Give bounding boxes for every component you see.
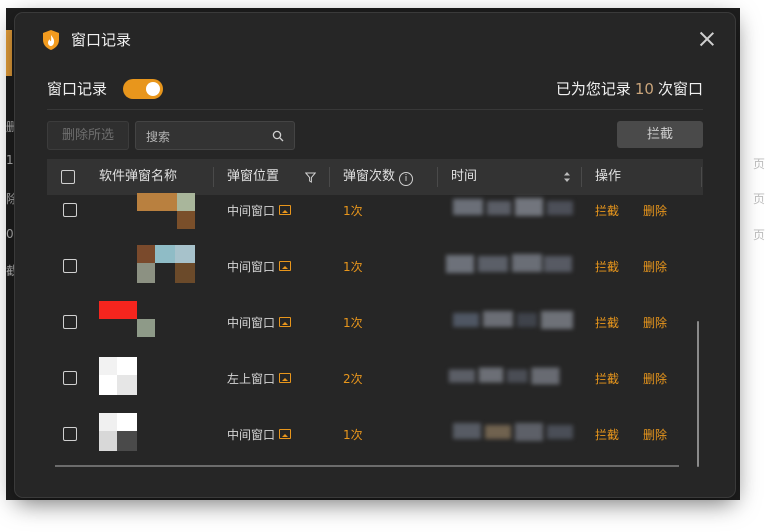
table-body: 中间窗口 1次 拦截 删除 中间窗口 1次 拦截 删除 中间窗口 1次 拦截 删… <box>47 193 703 469</box>
row-delete-link[interactable]: 删除 <box>643 202 667 219</box>
row-count: 1次 <box>343 204 363 218</box>
dialog-titlebar: 窗口记录 <box>15 13 735 65</box>
search-input[interactable] <box>144 122 266 151</box>
background-glyph: 1 <box>6 153 14 167</box>
app-thumbnail <box>137 193 195 229</box>
image-icon[interactable] <box>279 429 292 439</box>
row-checkbox[interactable] <box>63 203 77 217</box>
position-text: 中间窗口 <box>227 204 276 218</box>
table-row: 中间窗口 1次 拦截 删除 <box>47 405 703 461</box>
toolbar: 删除所选 拦截 <box>47 121 703 151</box>
row-count: 1次 <box>343 428 363 442</box>
dialog-title: 窗口记录 <box>71 31 132 49</box>
row-position: 中间窗口 <box>227 426 292 443</box>
close-icon[interactable] <box>697 29 717 49</box>
blurred-time <box>453 311 573 329</box>
table-row: 中间窗口 1次 拦截 删除 <box>47 237 703 293</box>
blurred-time <box>453 198 573 216</box>
background-glyph: 0 <box>6 227 14 241</box>
row-position: 中间窗口 <box>227 202 292 219</box>
row-position: 中间窗口 <box>227 314 292 331</box>
row-block-link[interactable]: 拦截 <box>595 202 619 219</box>
position-text: 中间窗口 <box>227 260 276 274</box>
row-position: 左上窗口 <box>227 370 292 387</box>
row-block-link[interactable]: 拦截 <box>595 314 619 331</box>
summary-count: 10 <box>634 80 654 98</box>
row-count: 2次 <box>343 372 363 386</box>
position-text: 中间窗口 <box>227 428 276 442</box>
background-glyph: 页 <box>752 157 765 171</box>
row-checkbox[interactable] <box>63 371 77 385</box>
row-checkbox[interactable] <box>63 315 77 329</box>
record-toggle-switch[interactable] <box>123 79 163 99</box>
image-icon[interactable] <box>279 205 292 215</box>
blurred-time <box>446 254 572 273</box>
image-icon[interactable] <box>279 373 292 383</box>
horizontal-scrollbar[interactable] <box>55 465 679 467</box>
block-button[interactable]: 拦截 <box>617 121 703 148</box>
row-delete-link[interactable]: 删除 <box>643 370 667 387</box>
delete-selected-button[interactable]: 删除所选 <box>47 121 129 150</box>
row-count: 1次 <box>343 316 363 330</box>
image-icon[interactable] <box>279 261 292 271</box>
record-toggle-row: 窗口记录 已为您记录 10 次窗口 <box>47 75 703 110</box>
background-accent-bar <box>6 30 12 76</box>
background-glyph: 页 <box>752 228 765 242</box>
app-thumbnail <box>99 413 137 451</box>
row-count: 1次 <box>343 260 363 274</box>
table-row: 中间窗口 1次 拦截 删除 <box>47 293 703 349</box>
image-icon[interactable] <box>279 317 292 327</box>
record-summary: 已为您记录 10 次窗口 <box>556 78 703 99</box>
toggle-knob <box>146 82 160 96</box>
row-delete-link[interactable]: 删除 <box>643 258 667 275</box>
blurred-time <box>448 367 560 385</box>
row-delete-link[interactable]: 删除 <box>643 314 667 331</box>
search-icon[interactable] <box>272 130 284 142</box>
row-position: 中间窗口 <box>227 258 292 275</box>
row-block-link[interactable]: 拦截 <box>595 258 619 275</box>
position-text: 左上窗口 <box>227 372 276 386</box>
app-thumbnail <box>99 301 155 337</box>
summary-suffix: 次窗口 <box>657 80 703 98</box>
app-thumbnail <box>137 245 195 283</box>
position-text: 中间窗口 <box>227 316 276 330</box>
shield-flame-icon <box>43 30 59 50</box>
summary-prefix: 已为您记录 <box>555 80 631 98</box>
search-box <box>135 121 295 151</box>
app-thumbnail <box>99 357 137 395</box>
records-table: 软件弹窗名称 弹窗位置 弹窗次数 i 时间 操作 中间窗口 1次 拦截 删除 中… <box>47 159 703 469</box>
row-checkbox[interactable] <box>63 427 77 441</box>
row-checkbox[interactable] <box>63 259 77 273</box>
vertical-scrollbar[interactable] <box>697 321 699 467</box>
row-block-link[interactable]: 拦截 <box>595 370 619 387</box>
record-toggle-label: 窗口记录 <box>47 80 108 98</box>
table-row: 左上窗口 2次 拦截 删除 <box>47 349 703 405</box>
blurred-time <box>453 423 573 441</box>
background-glyph: 页 <box>752 192 765 206</box>
row-block-link[interactable]: 拦截 <box>595 426 619 443</box>
window-record-dialog: 窗口记录 窗口记录 已为您记录10次窗口 删除所选 拦截 软件弹窗名称 弹窗位置 <box>15 13 735 497</box>
table-row: 中间窗口 1次 拦截 删除 <box>47 181 703 237</box>
row-delete-link[interactable]: 删除 <box>643 426 667 443</box>
